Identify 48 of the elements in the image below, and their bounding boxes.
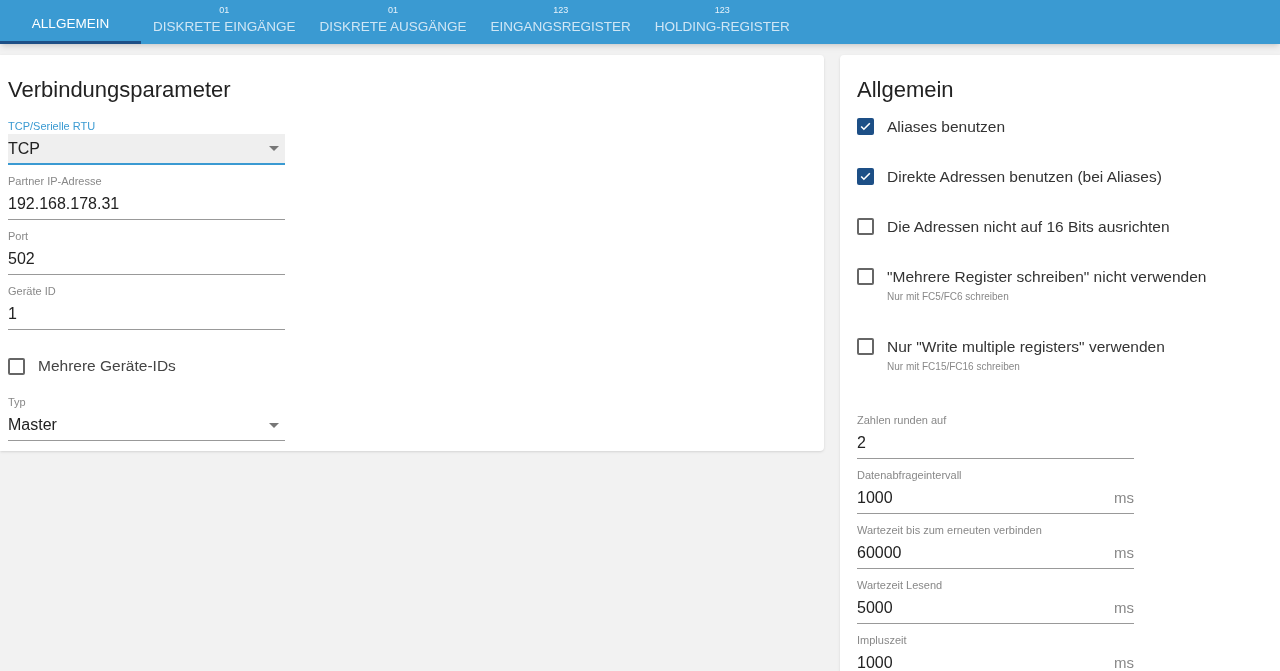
- section-title: Allgemein: [857, 76, 955, 104]
- checkbox-label: Die Adressen nicht auf 16 Bits ausrichten: [887, 218, 1170, 235]
- dropdown-arrow-icon: [269, 146, 279, 151]
- input-field[interactable]: 2: [857, 428, 1134, 459]
- input-field[interactable]: 1000 ms: [857, 648, 1134, 671]
- section-title: Verbindungsparameter: [8, 76, 232, 104]
- checkbox[interactable]: [857, 268, 874, 285]
- unit-label: ms: [1114, 487, 1134, 508]
- checkbox-label: "Mehrere Register schreiben" nicht verwenden: [887, 268, 1207, 285]
- select-field[interactable]: TCP: [8, 134, 285, 165]
- tab-count-label: 01: [219, 5, 230, 15]
- checkbox[interactable]: [8, 357, 25, 375]
- checkmark-icon: [859, 120, 872, 133]
- field-label: Zahlen runden auf: [857, 413, 948, 428]
- select-field[interactable]: Master: [8, 410, 285, 441]
- field-label: Impluszeit: [857, 633, 908, 648]
- checkbox-label: Mehrere Geräte-IDs: [38, 356, 176, 377]
- unit-label: ms: [1114, 597, 1134, 618]
- input-field[interactable]: 5000 ms: [857, 593, 1134, 624]
- checkbox[interactable]: [857, 118, 874, 135]
- input-field[interactable]: 1: [8, 299, 285, 330]
- tab-count-label: 01: [388, 5, 399, 15]
- field-label: Typ: [8, 395, 27, 410]
- checkbox[interactable]: [857, 338, 874, 355]
- checkbox-label: Direkte Adressen benutzen (bei Aliases): [887, 168, 1162, 185]
- hint-text: Nur mit FC5/FC6 schreiben: [887, 290, 1010, 304]
- checkbox-label: Nur "Write multiple registers" verwenden: [887, 338, 1165, 355]
- input-field[interactable]: 1000 ms: [857, 483, 1134, 514]
- hint-text: Nur mit FC15/FC16 schreiben: [887, 360, 1021, 374]
- field-label: Geräte ID: [8, 284, 57, 299]
- field-label: Port: [8, 229, 30, 244]
- checkbox-label: Aliases benutzen: [887, 118, 1006, 135]
- input-field[interactable]: 60000 ms: [857, 538, 1134, 569]
- checkmark-icon: [859, 170, 872, 183]
- tab-count-label: 123: [553, 5, 569, 15]
- tab-count-label: 123: [714, 5, 730, 15]
- field-label: TCP/Serielle RTU: [8, 119, 97, 134]
- unit-label: ms: [1114, 652, 1134, 671]
- field-label: Partner IP-Adresse: [8, 174, 103, 189]
- input-field[interactable]: 502: [8, 244, 285, 275]
- input-field[interactable]: 192.168.178.31: [8, 189, 285, 220]
- checkbox[interactable]: [857, 168, 874, 185]
- field-label: Wartezeit Lesend: [857, 578, 944, 593]
- dropdown-arrow-icon: [269, 422, 279, 428]
- field-label: Datenabfrageintervall: [857, 468, 963, 483]
- unit-label: ms: [1114, 542, 1134, 563]
- checkbox[interactable]: [857, 218, 874, 235]
- field-label: Wartezeit bis zum erneuten verbinden: [857, 523, 1043, 538]
